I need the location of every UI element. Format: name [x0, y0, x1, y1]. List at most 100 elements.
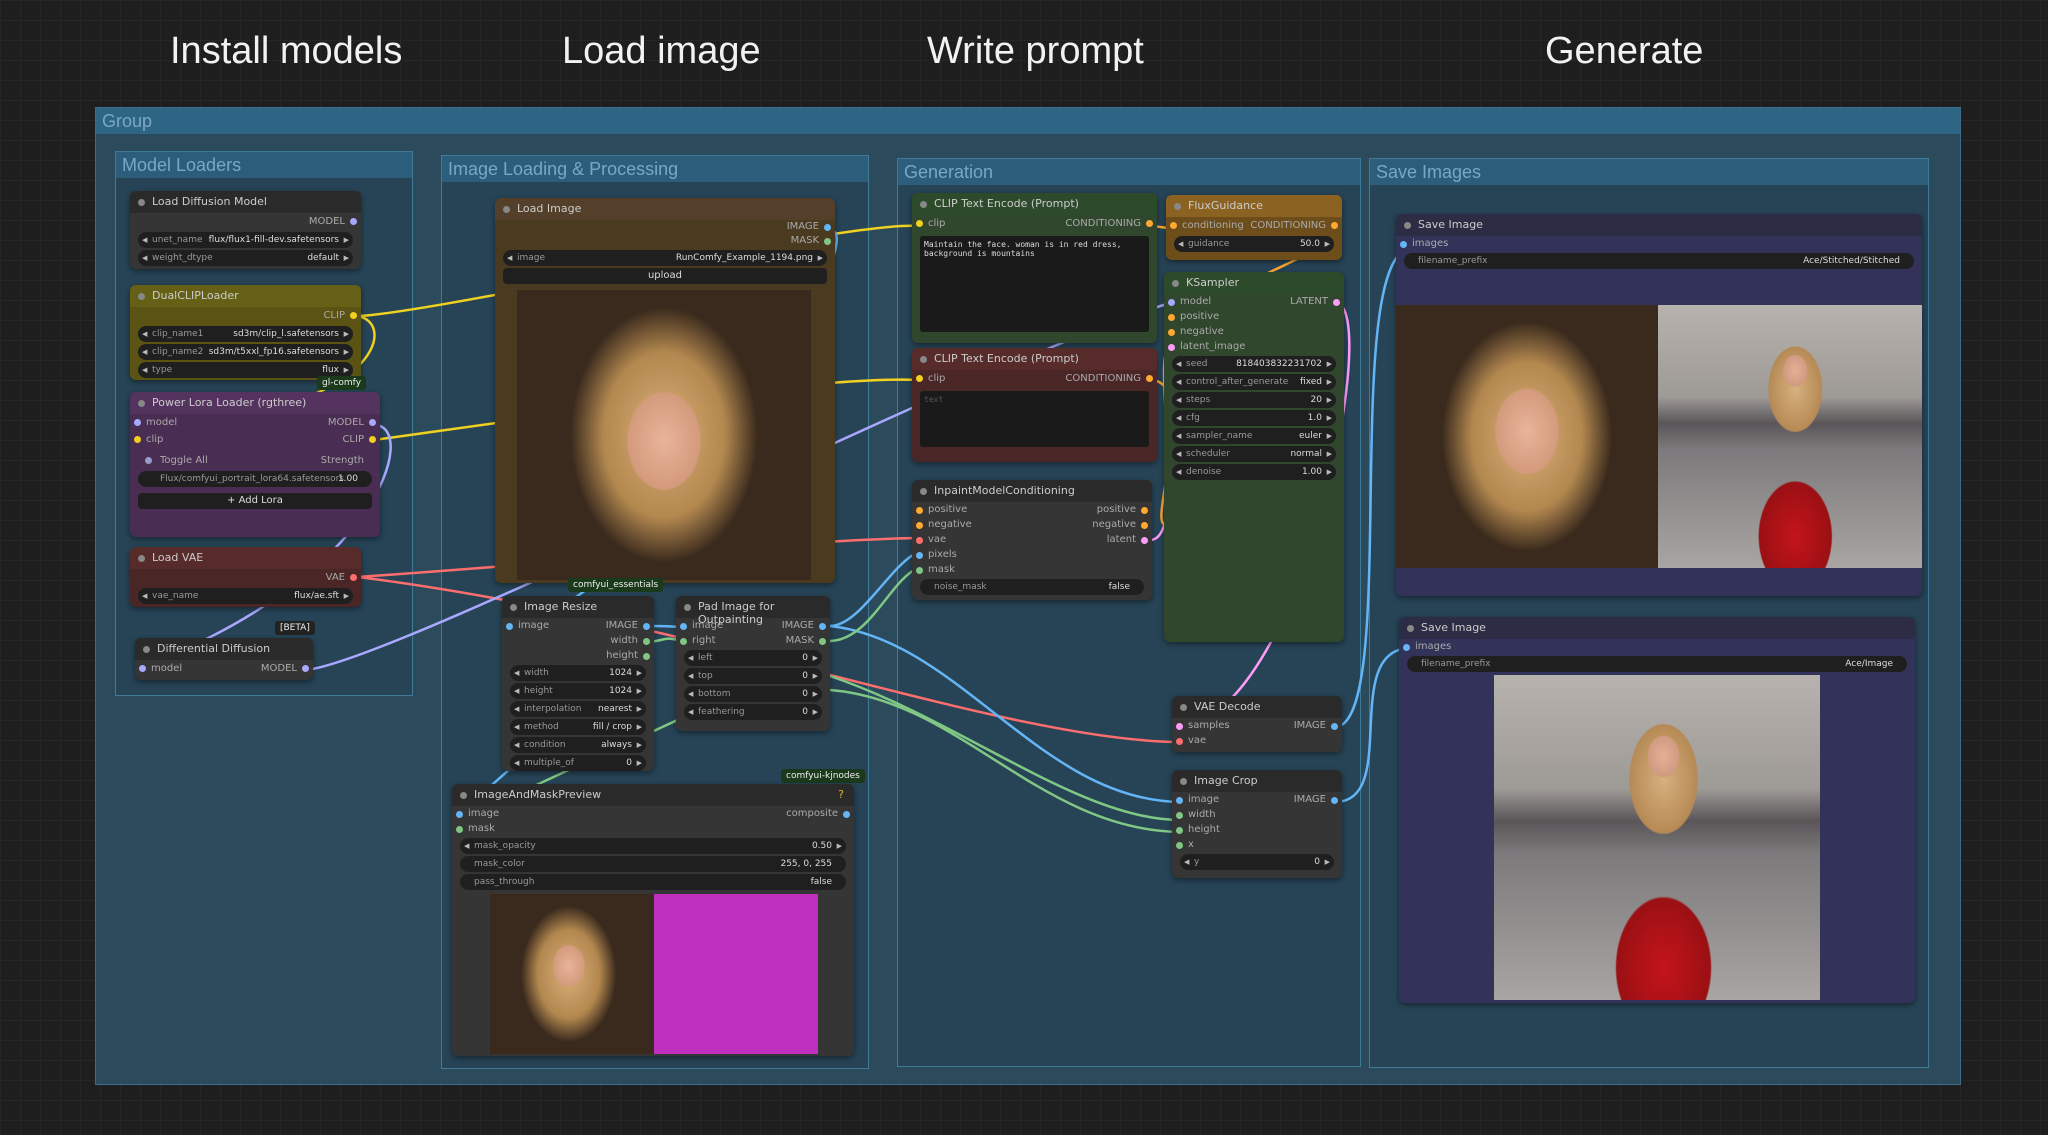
input-socket-vae[interactable]: [916, 537, 923, 544]
node-save-image-stitched[interactable]: Save Image images filename_prefix Ace/Sti…: [1396, 214, 1922, 596]
input-socket-model[interactable]: [139, 665, 146, 672]
input-socket-clip[interactable]: [916, 375, 923, 382]
input-socket-images[interactable]: [1403, 644, 1410, 651]
widget-scheduler[interactable]: scheduler normal: [1172, 446, 1336, 462]
node-image-mask-preview[interactable]: ImageAndMaskPreview? image composite mask…: [452, 784, 854, 1056]
output-socket-composite[interactable]: [843, 811, 850, 818]
node-title[interactable]: DualCLIPLoader: [130, 285, 361, 307]
output-socket-conditioning[interactable]: [1146, 220, 1153, 227]
node-image-resize[interactable]: Image Resize image IMAGE width height wid…: [502, 596, 654, 771]
toggle-all-switch[interactable]: [145, 457, 152, 464]
output-socket-model[interactable]: [302, 665, 309, 672]
output-socket-image[interactable]: [1331, 723, 1338, 730]
input-socket-clip[interactable]: [916, 220, 923, 227]
output-socket-conditioning[interactable]: [1331, 222, 1338, 229]
negative-prompt-textarea[interactable]: text: [920, 391, 1149, 447]
lora-name[interactable]: Flux/comfyui_portrait_lora64.safetensors: [160, 471, 344, 487]
input-socket-mask[interactable]: [456, 826, 463, 833]
widget-interpolation[interactable]: interpolation nearest: [510, 701, 646, 717]
widget-lora-row[interactable]: Flux/comfyui_portrait_lora64.safetensors…: [138, 471, 372, 487]
output-socket-height[interactable]: [643, 653, 650, 660]
node-title[interactable]: Power Lora Loader (rgthree): [130, 392, 380, 414]
widget-multiple-of[interactable]: multiple_of 0: [510, 755, 646, 771]
group-generation-title[interactable]: Generation: [898, 159, 1360, 185]
node-differential-diffusion[interactable]: Differential Diffusion model MODEL: [135, 638, 313, 680]
node-image-crop[interactable]: Image Crop imageIMAGE width height x y0: [1172, 770, 1342, 878]
node-title[interactable]: FluxGuidance: [1166, 195, 1342, 217]
node-title[interactable]: ImageAndMaskPreview?: [452, 784, 854, 806]
widget-clip-name1[interactable]: clip_name1 sd3m/clip_l.safetensors: [138, 326, 353, 342]
output-socket-conditioning[interactable]: [1146, 375, 1153, 382]
node-title[interactable]: Differential Diffusion: [135, 638, 313, 660]
node-inpaint-model-conditioning[interactable]: InpaintModelConditioning positive positiv…: [912, 480, 1152, 600]
widget-control-after-generate[interactable]: control_after_generate fixed: [1172, 374, 1336, 390]
group-outer-title[interactable]: Group: [96, 108, 1960, 134]
widget-y[interactable]: y0: [1180, 854, 1334, 870]
widget-vae-name[interactable]: vae_name flux/ae.sft: [138, 588, 353, 604]
input-socket-latent-image[interactable]: [1168, 344, 1175, 351]
node-title[interactable]: Load Image: [495, 198, 835, 220]
output-socket-image[interactable]: [819, 623, 826, 630]
node-title[interactable]: CLIP Text Encode (Prompt): [912, 348, 1157, 370]
widget-image-select[interactable]: image RunComfy_Example_1194.png: [503, 250, 827, 266]
output-socket-mask[interactable]: [819, 638, 826, 645]
input-socket-image[interactable]: [1176, 797, 1183, 804]
node-ksampler[interactable]: KSampler model LATENT positive negative l…: [1164, 272, 1344, 642]
output-socket-image[interactable]: [824, 224, 831, 231]
output-socket-model[interactable]: [369, 419, 376, 426]
output-socket-image[interactable]: [643, 623, 650, 630]
node-load-diffusion-model[interactable]: Load Diffusion Model MODEL unet_name flux…: [130, 191, 361, 269]
input-socket-samples[interactable]: [1176, 723, 1183, 730]
widget-feathering[interactable]: feathering 0: [684, 704, 822, 720]
node-title[interactable]: Image Crop: [1172, 770, 1342, 792]
input-socket-image[interactable]: [506, 623, 513, 630]
input-socket-model[interactable]: [134, 419, 141, 426]
widget-top[interactable]: top 0: [684, 668, 822, 684]
input-socket-height[interactable]: [1176, 827, 1183, 834]
widget-pass-through[interactable]: pass_through false: [460, 874, 846, 890]
upload-button[interactable]: upload: [503, 268, 827, 284]
widget-sampler-name[interactable]: sampler_name euler: [1172, 428, 1336, 444]
widget-clip-name2[interactable]: clip_name2 sd3m/t5xxl_fp16.safetensors: [138, 344, 353, 360]
input-socket-negative[interactable]: [1168, 329, 1175, 336]
prompt-textarea[interactable]: Maintain the face. woman is in red dress…: [920, 236, 1149, 332]
input-socket-negative[interactable]: [916, 522, 923, 529]
node-title[interactable]: Save Image: [1396, 214, 1922, 236]
widget-noise-mask[interactable]: noise_mask false: [920, 579, 1144, 595]
node-title[interactable]: Load Diffusion Model: [130, 191, 361, 213]
widget-guidance[interactable]: guidance 50.0: [1174, 236, 1334, 252]
input-socket-positive[interactable]: [1168, 314, 1175, 321]
widget-bottom[interactable]: bottom 0: [684, 686, 822, 702]
input-socket-image[interactable]: [680, 623, 687, 630]
widget-filename-prefix[interactable]: filename_prefix Ace/Stitched/Stitched: [1404, 253, 1914, 269]
output-socket-positive[interactable]: [1141, 507, 1148, 514]
widget-width[interactable]: width 1024: [510, 665, 646, 681]
output-socket-negative[interactable]: [1141, 522, 1148, 529]
node-vae-decode[interactable]: VAE Decode samples IMAGE vae: [1172, 696, 1342, 752]
output-socket-image[interactable]: [1331, 797, 1338, 804]
output-socket-model[interactable]: [350, 218, 357, 225]
input-socket-positive[interactable]: [916, 507, 923, 514]
node-title[interactable]: CLIP Text Encode (Prompt): [912, 193, 1157, 215]
widget-denoise[interactable]: denoise 1.00: [1172, 464, 1336, 480]
group-model-loaders-title[interactable]: Model Loaders: [116, 152, 412, 178]
widget-unet-name[interactable]: unet_name flux/flux1-fill-dev.safetensors: [138, 232, 353, 248]
widget-height[interactable]: height 1024: [510, 683, 646, 699]
group-image-loading-title[interactable]: Image Loading & Processing: [442, 156, 868, 182]
node-flux-guidance[interactable]: FluxGuidance conditioning CONDITIONING gu…: [1166, 195, 1342, 260]
widget-left[interactable]: left 0: [684, 650, 822, 666]
node-title[interactable]: KSampler: [1164, 272, 1344, 294]
node-title[interactable]: Pad Image for Outpainting: [676, 596, 830, 626]
node-title[interactable]: Save Image: [1399, 617, 1915, 639]
toggle-all-label[interactable]: Toggle All: [160, 452, 208, 469]
node-load-vae[interactable]: Load VAE VAE vae_name flux/ae.sft: [130, 547, 361, 607]
input-socket-conditioning[interactable]: [1170, 222, 1177, 229]
input-socket-images[interactable]: [1400, 241, 1407, 248]
node-title[interactable]: Load VAE: [130, 547, 361, 569]
widget-mask-opacity[interactable]: mask_opacity 0.50: [460, 838, 846, 854]
output-socket-clip[interactable]: [350, 312, 357, 319]
widget-steps[interactable]: steps 20: [1172, 392, 1336, 408]
widget-condition[interactable]: condition always: [510, 737, 646, 753]
input-socket-model[interactable]: [1168, 299, 1175, 306]
node-pad-image-outpainting[interactable]: Pad Image for Outpainting image IMAGE rig…: [676, 596, 830, 731]
